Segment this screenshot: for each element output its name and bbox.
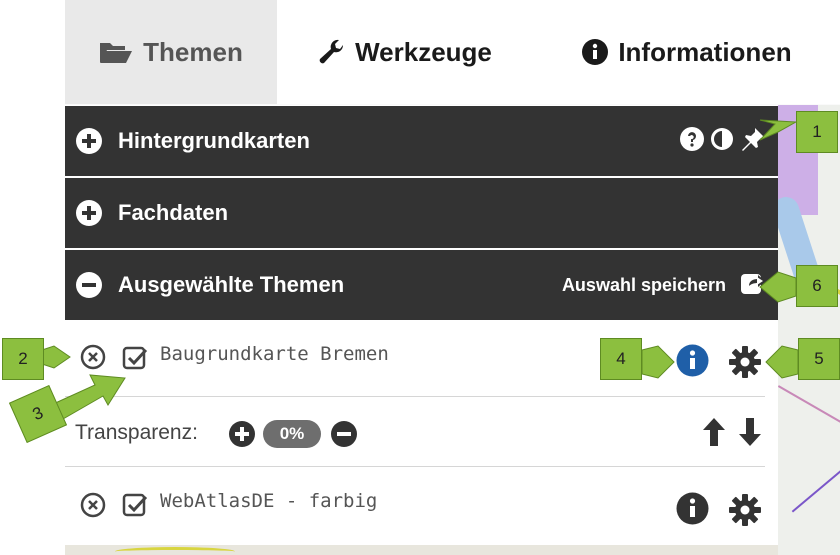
- wrench-icon: [319, 39, 345, 65]
- section-background-maps[interactable]: Hintergrundkarten: [65, 106, 778, 176]
- minus-circle-icon: [76, 272, 102, 298]
- layer-info-icon[interactable]: [676, 344, 709, 382]
- decrease-transparency-icon[interactable]: [330, 420, 358, 453]
- section-tools: [680, 106, 766, 176]
- section-label: Hintergrundkarten: [118, 128, 310, 153]
- section-label: Ausgewählte Themen: [118, 272, 345, 297]
- move-down-arrow-icon[interactable]: [738, 417, 762, 452]
- move-up-arrow-icon[interactable]: [702, 417, 726, 452]
- divider: [65, 396, 765, 397]
- checkbox-checked-icon[interactable]: [122, 490, 150, 523]
- tab-bar: Themen Werkzeuge Informationen: [65, 0, 840, 105]
- layer-info-icon[interactable]: [676, 492, 709, 530]
- layer-name: WebAtlasDE - farbig: [160, 490, 378, 512]
- map-view-right[interactable]: [778, 105, 840, 555]
- question-circle-icon[interactable]: [680, 126, 704, 156]
- section-label: Fachdaten: [118, 200, 229, 225]
- pin-icon[interactable]: [740, 126, 766, 157]
- save-selection-label: Auswahl speichern: [561, 274, 726, 295]
- layer-settings-gear-icon[interactable]: [728, 493, 762, 532]
- map-road: [791, 459, 840, 513]
- section-selected-themes[interactable]: Ausgewählte Themen Auswahl speichern: [65, 250, 778, 320]
- callout-4: 4: [600, 338, 642, 380]
- map-view-bottom[interactable]: [65, 545, 778, 555]
- contrast-icon[interactable]: [710, 127, 734, 156]
- transparency-value: 0%: [263, 420, 321, 448]
- save-selection-button[interactable]: Auswahl speichern: [562, 250, 766, 320]
- remove-layer-icon[interactable]: [80, 344, 106, 375]
- share-square-icon: [740, 271, 766, 300]
- map-road-yellow: [115, 547, 235, 555]
- callout-3: 3: [8, 384, 68, 444]
- tab-label: Informationen: [618, 36, 792, 67]
- callout-6: 6: [796, 265, 838, 307]
- checkbox-checked-icon[interactable]: [122, 343, 150, 376]
- tab-label: Werkzeuge: [355, 36, 492, 67]
- layer-settings-gear-icon[interactable]: [728, 345, 762, 384]
- callout-1: 1: [796, 111, 838, 153]
- remove-layer-icon[interactable]: [80, 492, 106, 523]
- layer-name: Baugrundkarte Bremen: [160, 343, 389, 365]
- folder-open-icon: [99, 40, 133, 64]
- tab-label: Themen: [143, 36, 243, 67]
- callout-5: 5: [798, 338, 840, 380]
- tab-themen[interactable]: Themen: [65, 0, 278, 104]
- plus-circle-icon: [76, 128, 102, 154]
- tab-informationen[interactable]: Informationen: [534, 0, 840, 104]
- divider: [65, 466, 765, 467]
- section-technical-data[interactable]: Fachdaten: [65, 178, 778, 248]
- increase-transparency-icon[interactable]: [228, 420, 256, 453]
- info-circle-icon: [582, 39, 609, 65]
- callout-2: 2: [2, 338, 44, 380]
- plus-circle-icon: [76, 200, 102, 226]
- tab-werkzeuge[interactable]: Werkzeuge: [277, 0, 535, 104]
- transparency-label: Transparenz:: [75, 421, 198, 444]
